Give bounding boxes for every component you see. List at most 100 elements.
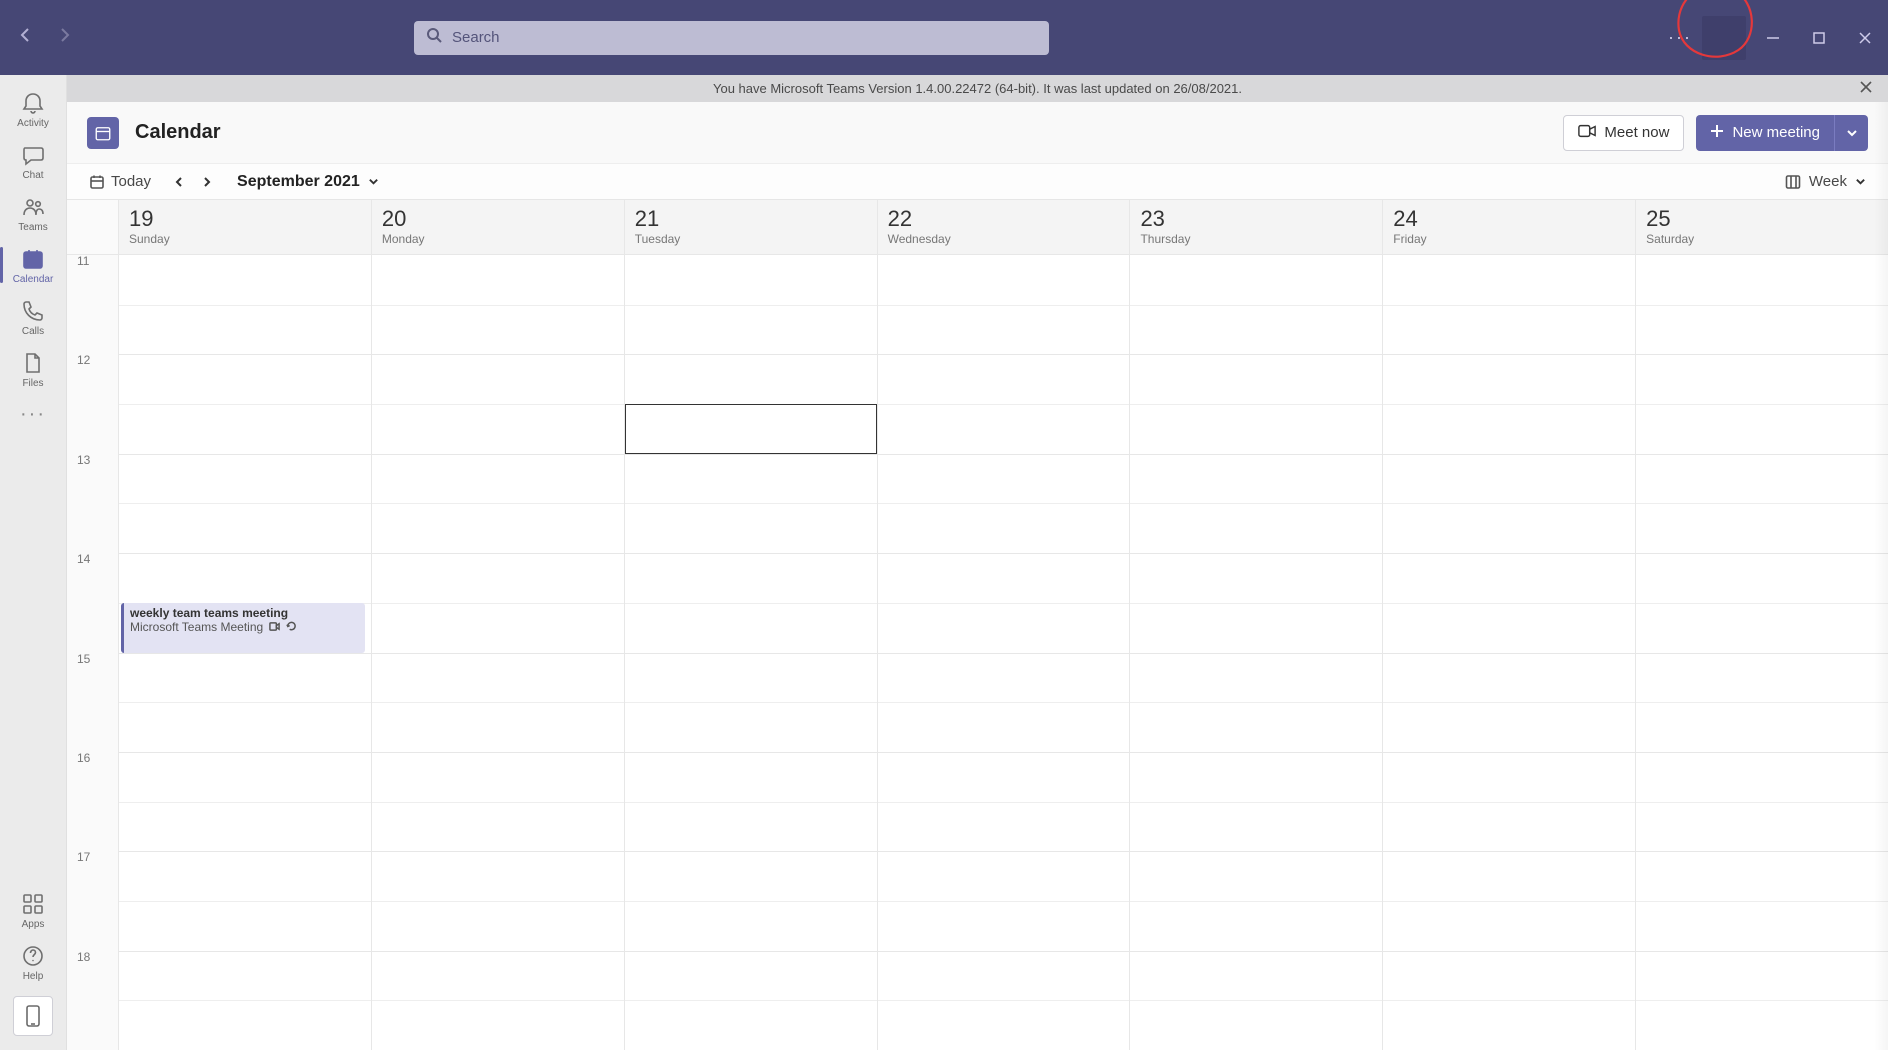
rail-item-files[interactable]: Files: [0, 343, 67, 395]
day-header: 25Saturday: [1636, 200, 1888, 255]
rail-label: Calendar: [13, 274, 54, 285]
day-column[interactable]: 23Thursday: [1130, 200, 1383, 1050]
day-of-week: Monday: [382, 232, 614, 246]
day-header: 22Wednesday: [878, 200, 1130, 255]
hour-label: 16: [77, 751, 90, 765]
rail-more-button[interactable]: ···: [0, 395, 67, 433]
day-number: 19: [129, 206, 361, 232]
day-header: 21Tuesday: [625, 200, 877, 255]
new-meeting-split-button: New meeting: [1696, 115, 1868, 151]
today-button[interactable]: Today: [89, 173, 151, 190]
version-banner: You have Microsoft Teams Version 1.4.00.…: [67, 75, 1888, 102]
day-slots[interactable]: [372, 255, 624, 1050]
day-column[interactable]: 24Friday: [1383, 200, 1636, 1050]
page-header: Calendar Meet now New meeting: [67, 102, 1888, 164]
page-title: Calendar: [135, 121, 221, 144]
rail-item-apps[interactable]: Apps: [0, 884, 67, 936]
window-close-button[interactable]: [1842, 15, 1888, 61]
rail-label: Files: [22, 378, 43, 389]
forward-button[interactable]: [56, 27, 72, 48]
calendar-grid[interactable]: 1112131415161718 19Sundayweekly team tea…: [67, 200, 1888, 1050]
day-slots[interactable]: [1383, 255, 1635, 1050]
day-slots[interactable]: [1130, 255, 1382, 1050]
search-box[interactable]: [414, 21, 1049, 55]
day-column[interactable]: 19Sunday weekly team teams meetingMicroso…: [119, 200, 372, 1050]
profile-avatar[interactable]: [1702, 16, 1746, 60]
day-column[interactable]: 22Wednesday: [878, 200, 1131, 1050]
hour-label: 14: [77, 552, 90, 566]
month-label: September 2021: [237, 173, 360, 191]
calendar-icon: [87, 117, 119, 149]
rail-label: Apps: [22, 919, 45, 930]
day-slots[interactable]: weekly team teams meetingMicrosoft Teams…: [119, 255, 371, 1050]
day-header: 19Sunday: [119, 200, 371, 255]
day-column[interactable]: 21Tuesday: [625, 200, 878, 1050]
video-icon: [1578, 124, 1596, 142]
window-minimize-button[interactable]: [1750, 15, 1796, 61]
rail-label: Calls: [22, 326, 44, 337]
today-label: Today: [111, 173, 151, 190]
calendar-event[interactable]: weekly team teams meetingMicrosoft Teams…: [121, 603, 365, 653]
rail-item-calendar[interactable]: Calendar: [0, 239, 67, 291]
new-meeting-button[interactable]: New meeting: [1696, 115, 1834, 151]
day-header: 23Thursday: [1130, 200, 1382, 255]
online-meeting-icon: [269, 621, 280, 632]
calendar-toolbar: Today September 2021 Week: [67, 164, 1888, 200]
day-header: 20Monday: [372, 200, 624, 255]
recurring-icon: [286, 621, 297, 632]
day-number: 23: [1140, 206, 1372, 232]
hour-label: 11: [77, 254, 89, 268]
back-button[interactable]: [18, 27, 34, 48]
window-maximize-button[interactable]: [1796, 15, 1842, 61]
rail-item-chat[interactable]: Chat: [0, 135, 67, 187]
day-of-week: Tuesday: [635, 232, 867, 246]
view-picker[interactable]: Week: [1785, 173, 1866, 190]
rail-item-activity[interactable]: Activity: [0, 83, 67, 135]
app-rail: Activity Chat Teams Calendar Calls Files…: [0, 75, 67, 1050]
day-column[interactable]: 20Monday: [372, 200, 625, 1050]
rail-label: Help: [23, 971, 44, 982]
day-of-week: Thursday: [1140, 232, 1372, 246]
next-week-button[interactable]: [193, 176, 221, 188]
rail-label: Activity: [17, 118, 49, 129]
day-of-week: Saturday: [1646, 232, 1878, 246]
meet-now-button[interactable]: Meet now: [1563, 115, 1684, 151]
time-gutter: 1112131415161718: [67, 200, 119, 1050]
month-picker[interactable]: September 2021: [237, 173, 379, 191]
day-header: 24Friday: [1383, 200, 1635, 255]
day-slots[interactable]: [625, 255, 877, 1050]
hour-label: 13: [77, 453, 90, 467]
titlebar: ···: [0, 0, 1888, 75]
meet-now-label: Meet now: [1604, 124, 1669, 141]
day-of-week: Wednesday: [888, 232, 1120, 246]
titlebar-more-button[interactable]: ···: [1662, 27, 1698, 48]
view-label: Week: [1809, 173, 1847, 190]
hour-label: 15: [77, 652, 90, 666]
event-title: weekly team teams meeting: [130, 606, 359, 620]
main-area: You have Microsoft Teams Version 1.4.00.…: [67, 75, 1888, 1050]
day-slots[interactable]: [878, 255, 1130, 1050]
rail-item-teams[interactable]: Teams: [0, 187, 67, 239]
banner-text: You have Microsoft Teams Version 1.4.00.…: [713, 81, 1242, 96]
search-input[interactable]: [452, 29, 1037, 46]
hour-label: 18: [77, 950, 90, 964]
rail-label: Chat: [22, 170, 43, 181]
day-number: 24: [1393, 206, 1625, 232]
prev-week-button[interactable]: [165, 176, 193, 188]
new-meeting-dropdown[interactable]: [1834, 115, 1868, 151]
hour-label: 17: [77, 850, 90, 864]
day-slots[interactable]: [1636, 255, 1888, 1050]
new-meeting-label: New meeting: [1732, 124, 1820, 141]
day-of-week: Sunday: [129, 232, 361, 246]
rail-item-help[interactable]: Help: [0, 936, 67, 988]
rail-device-button[interactable]: [13, 996, 53, 1036]
day-column[interactable]: 25Saturday: [1636, 200, 1888, 1050]
banner-close-button[interactable]: [1858, 79, 1874, 98]
day-of-week: Friday: [1393, 232, 1625, 246]
event-subtitle: Microsoft Teams Meeting: [130, 620, 359, 634]
rail-item-calls[interactable]: Calls: [0, 291, 67, 343]
day-number: 25: [1646, 206, 1878, 232]
day-number: 22: [888, 206, 1120, 232]
selected-timeslot[interactable]: [625, 404, 877, 454]
rail-label: Teams: [18, 222, 47, 233]
